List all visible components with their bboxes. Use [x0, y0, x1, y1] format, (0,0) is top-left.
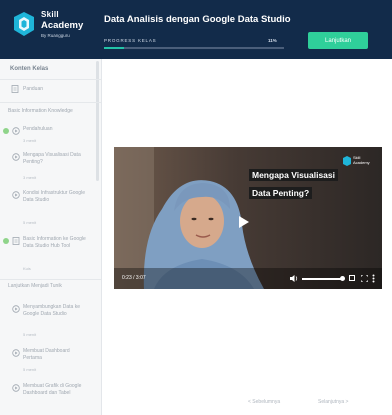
play-circle-icon [12, 384, 20, 392]
sidebar-lesson-item[interactable]: Membuat Grafik di Google Dashboard dan T… [0, 382, 101, 415]
play-icon[interactable] [236, 215, 250, 229]
divider [0, 79, 101, 80]
lesson-title: Menyambungkan Data ke Google Data Studio [23, 304, 80, 317]
video-title-overlay: Mengapa Visualisasi Data Penting? [249, 169, 338, 201]
play-circle-icon [12, 191, 20, 199]
sidebar-lesson-item[interactable]: Membuat Dashboard Pertama 5 menit [0, 347, 101, 377]
video-controls-bar: 0:23 / 3:07 [114, 268, 382, 289]
completed-check-icon [3, 128, 9, 134]
brand-line2: Academy [41, 20, 84, 31]
sidebar-section-title[interactable]: Lanjutkan Menjadi Tunik [8, 283, 62, 289]
lesson-duration: 5 menit [23, 220, 37, 225]
divider [0, 279, 101, 280]
skill-academy-logo[interactable]: Skill Academy By Ruangguru [12, 9, 96, 49]
fullscreen-icon[interactable] [361, 275, 368, 282]
lesson-duration: 3 menit [23, 175, 37, 180]
lesson-title: Membuat Grafik di Google Dashboard dan T… [23, 383, 82, 396]
top-header: Skill Academy By Ruangguru Data Analisis… [0, 0, 392, 59]
lesson-title: Membuat Dashboard Pertama [23, 348, 70, 361]
previous-lesson-link[interactable]: < Sebelumnya [248, 399, 280, 405]
play-circle-icon [12, 305, 20, 313]
lesson-duration: 3 menit [23, 138, 37, 143]
volume-icon[interactable] [290, 275, 298, 282]
progress-label: PROGRESS KELAS [104, 38, 157, 43]
play-circle-icon [12, 127, 20, 135]
sidebar-item-label: Panduan [23, 86, 44, 92]
progress-bar [104, 47, 284, 49]
volume-slider[interactable] [302, 278, 344, 280]
lesson-duration: 5 menit [23, 367, 37, 372]
brand-line1: Skill [41, 10, 59, 19]
sidebar-lesson-item[interactable]: Pendahuluan 3 menit [0, 125, 101, 149]
volume-slider-knob[interactable] [340, 276, 345, 281]
document-icon [12, 237, 20, 245]
completed-check-icon [3, 238, 9, 244]
more-options-icon[interactable] [372, 274, 375, 283]
video-title-line1: Mengapa Visualisasi [249, 169, 338, 181]
sidebar-lesson-item[interactable]: Kondisi Infrastruktur Google Data Studio… [0, 189, 101, 231]
video-title-line2: Data Penting? [249, 187, 313, 199]
sidebar-lesson-item[interactable]: Menyambungkan Data ke Google Data Studio… [0, 303, 101, 343]
play-circle-icon [12, 349, 20, 357]
lesson-duration: 5 menit [23, 332, 37, 337]
sidebar-item-guide[interactable]: Panduan [0, 83, 101, 97]
logo-mark-icon [14, 12, 34, 36]
course-title: Data Analisis dengan Google Data Studio [104, 14, 291, 25]
brand-line3: By Ruangguru [41, 33, 70, 38]
video-time: 0:23 / 3:07 [122, 275, 146, 281]
captions-icon[interactable] [349, 275, 355, 281]
sidebar-section-title[interactable]: Basic Information Knowledge [8, 108, 73, 114]
sidebar-lesson-item[interactable]: Mengapa Visualisasi Data Penting? 3 meni… [0, 151, 101, 185]
document-icon [11, 85, 19, 93]
lesson-title: Kondisi Infrastruktur Google Data Studio [23, 190, 85, 203]
next-lesson-link[interactable]: Selanjutnya > [318, 399, 348, 405]
progress-percent: 11% [268, 38, 277, 43]
play-circle-icon [12, 153, 20, 161]
lesson-title: Pendahuluan [23, 126, 53, 132]
main-content: Skill Academy Mengapa Visualisasi Data P… [103, 59, 392, 415]
continue-button[interactable]: Lanjutkan [308, 32, 368, 49]
lesson-title: Mengapa Visualisasi Data Penting? [23, 152, 81, 165]
progress-bar-fill [104, 47, 124, 49]
sidebar-quiz-item[interactable]: Basic Information ke Google Data Studio … [0, 235, 101, 277]
course-content-sidebar: Konten Kelas Panduan Basic Information K… [0, 59, 102, 415]
divider [0, 102, 101, 103]
watermark-brand-line2: Academy [353, 160, 370, 165]
video-player[interactable]: Skill Academy Mengapa Visualisasi Data P… [114, 147, 382, 289]
lesson-title: Basic Information ke Google Data Studio … [23, 236, 86, 249]
sidebar-heading: Konten Kelas [10, 66, 49, 72]
lesson-duration: Kuis [23, 266, 31, 271]
